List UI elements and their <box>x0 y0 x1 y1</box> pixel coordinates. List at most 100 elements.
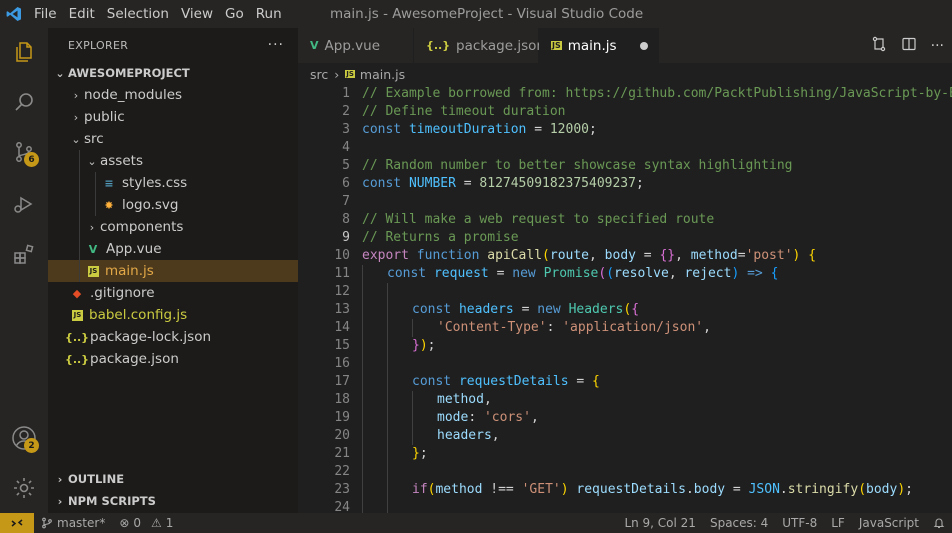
code-token: route <box>549 248 590 263</box>
code-line[interactable]: const NUMBER = 81274509182375409237; <box>362 175 952 193</box>
search-icon[interactable] <box>8 86 40 118</box>
encoding[interactable]: UTF-8 <box>775 516 824 530</box>
accounts-icon[interactable]: 2 <box>8 422 40 454</box>
json-file-icon: {..} <box>64 352 90 366</box>
breadcrumb-file[interactable]: main.js <box>360 67 405 82</box>
run-debug-icon[interactable] <box>8 188 40 220</box>
notifications-icon[interactable] <box>926 517 952 529</box>
code-line[interactable]: 'Content-Type': 'application/json', <box>362 319 952 337</box>
code-token: , <box>483 392 492 407</box>
menu-edit[interactable]: Edit <box>63 0 101 28</box>
breadcrumb: src › JS main.js <box>298 63 952 85</box>
code-line[interactable]: const requestDetails = { <box>362 373 952 391</box>
folder-item[interactable]: › public <box>48 106 298 128</box>
js-file-icon: JS <box>88 265 99 277</box>
language-mode[interactable]: JavaScript <box>852 516 926 530</box>
menu-selection[interactable]: Selection <box>101 0 175 28</box>
cursor-position[interactable]: Ln 9, Col 21 <box>617 516 703 530</box>
code-token: const <box>362 122 409 137</box>
gear-icon[interactable] <box>8 472 40 504</box>
indentation[interactable]: Spaces: 4 <box>703 516 775 530</box>
file-item[interactable]: JS babel.config.js <box>48 304 298 326</box>
code-line[interactable]: export function apiCall(route, body = {}… <box>362 247 952 265</box>
code-lines[interactable]: // Example borrowed from: https://github… <box>362 85 952 513</box>
code-token: export <box>362 248 417 263</box>
indent-guide <box>362 445 363 463</box>
code-line[interactable]: headers, <box>362 427 952 445</box>
npm-scripts-section[interactable]: › NPM SCRIPTS <box>48 490 298 512</box>
code-token: = <box>725 482 749 497</box>
code-line[interactable]: // Example borrowed from: https://github… <box>362 85 952 103</box>
folder-item[interactable]: › node_modules <box>48 84 298 106</box>
file-item[interactable]: JS main.js <box>48 260 298 282</box>
code-line[interactable]: // Random number to better showcase synt… <box>362 157 952 175</box>
file-item[interactable]: {..} package-lock.json <box>48 326 298 348</box>
code-line[interactable]: const timeoutDuration = 12000; <box>362 121 952 139</box>
code-token: // Random number to better showcase synt… <box>362 158 793 173</box>
outline-section[interactable]: › OUTLINE <box>48 468 298 490</box>
file-item[interactable]: {..} package.json <box>48 348 298 370</box>
code-line[interactable]: method, <box>362 391 952 409</box>
tab-package-json[interactable]: {..} package.json <box>414 28 545 63</box>
folder-item[interactable]: ⌄ assets <box>48 150 298 172</box>
code-token: mode <box>437 410 469 425</box>
code-line[interactable] <box>362 193 952 211</box>
code-token: // Example borrowed from: https://github… <box>362 86 952 101</box>
code-token: ( <box>623 302 632 317</box>
project-root[interactable]: ⌄ AWESOMEPROJECT <box>48 62 298 84</box>
code-editor[interactable]: 1 2 3 4 5 6 7 8 9 10 11 12 13 14 15 16 17 18 19 20 21 22 23 24 … <box>298 85 952 513</box>
code-line[interactable]: // Will make a web request to specified … <box>362 211 952 229</box>
more-actions-icon[interactable]: ··· <box>268 37 284 53</box>
branch-status[interactable]: master* <box>34 516 112 530</box>
indent-guide <box>387 499 388 513</box>
menu-view[interactable]: View <box>175 0 219 28</box>
file-tree: › node_modules › public ⌄ src ⌄ assets ≡ styles.c… <box>48 84 298 370</box>
explorer-icon[interactable] <box>8 36 40 68</box>
code-line[interactable]: }; <box>362 445 952 463</box>
code-line[interactable] <box>362 139 952 157</box>
more-actions-icon[interactable]: ··· <box>931 38 944 54</box>
open-changes-icon[interactable] <box>871 36 887 56</box>
code-line[interactable]: if(method !== 'GET') requestDetails.body… <box>362 481 952 499</box>
code-line[interactable] <box>362 499 952 513</box>
tab-app-vue[interactable]: V App.vue <box>298 28 414 63</box>
remote-icon[interactable] <box>0 513 34 533</box>
file-item[interactable]: V App.vue <box>48 238 298 260</box>
code-line[interactable]: const headers = new Headers({ <box>362 301 952 319</box>
menu-run[interactable]: Run <box>250 0 288 28</box>
indent-guide <box>412 409 413 427</box>
git-file-icon: ◆ <box>72 286 82 300</box>
tab-main-js[interactable]: JS main.js <box>539 28 659 63</box>
folder-item[interactable]: ⌄ src <box>48 128 298 150</box>
menu-file[interactable]: File <box>28 0 63 28</box>
line-number: 2 <box>342 104 350 119</box>
code-line[interactable]: const request = new Promise((resolve, re… <box>362 265 952 283</box>
split-editor-icon[interactable] <box>901 36 917 56</box>
breadcrumb-folder[interactable]: src <box>310 67 328 82</box>
line-number: 15 <box>334 338 350 353</box>
end-of-line[interactable]: LF <box>824 516 852 530</box>
file-item[interactable]: ✸ logo.svg <box>48 194 298 216</box>
problems-status[interactable]: ⊗ 0 ⚠ 1 <box>112 516 180 530</box>
menu-go[interactable]: Go <box>219 0 250 28</box>
code-line[interactable] <box>362 283 952 301</box>
code-line[interactable]: // Define timeout duration <box>362 103 952 121</box>
code-line[interactable]: mode: 'cors', <box>362 409 952 427</box>
source-control-icon[interactable]: 6 <box>8 136 40 168</box>
code-line[interactable] <box>362 355 952 373</box>
js-icon: JS <box>551 41 562 50</box>
code-token: ; <box>419 446 428 461</box>
warning-count: 1 <box>165 516 174 530</box>
tree-item-label: components <box>100 219 184 235</box>
extensions-icon[interactable] <box>8 238 40 270</box>
folder-item[interactable]: › components <box>48 216 298 238</box>
code-line[interactable] <box>362 463 952 481</box>
code-line[interactable]: }); <box>362 337 952 355</box>
warning-icon: ⚠ <box>151 516 162 530</box>
unsaved-dot-icon[interactable] <box>640 41 648 50</box>
code-line[interactable]: // Returns a promise <box>362 229 952 247</box>
file-item[interactable]: ≡ styles.css <box>48 172 298 194</box>
file-item[interactable]: ◆ .gitignore <box>48 282 298 304</box>
tree-item-label: babel.config.js <box>89 307 188 323</box>
line-number: 21 <box>334 446 350 461</box>
